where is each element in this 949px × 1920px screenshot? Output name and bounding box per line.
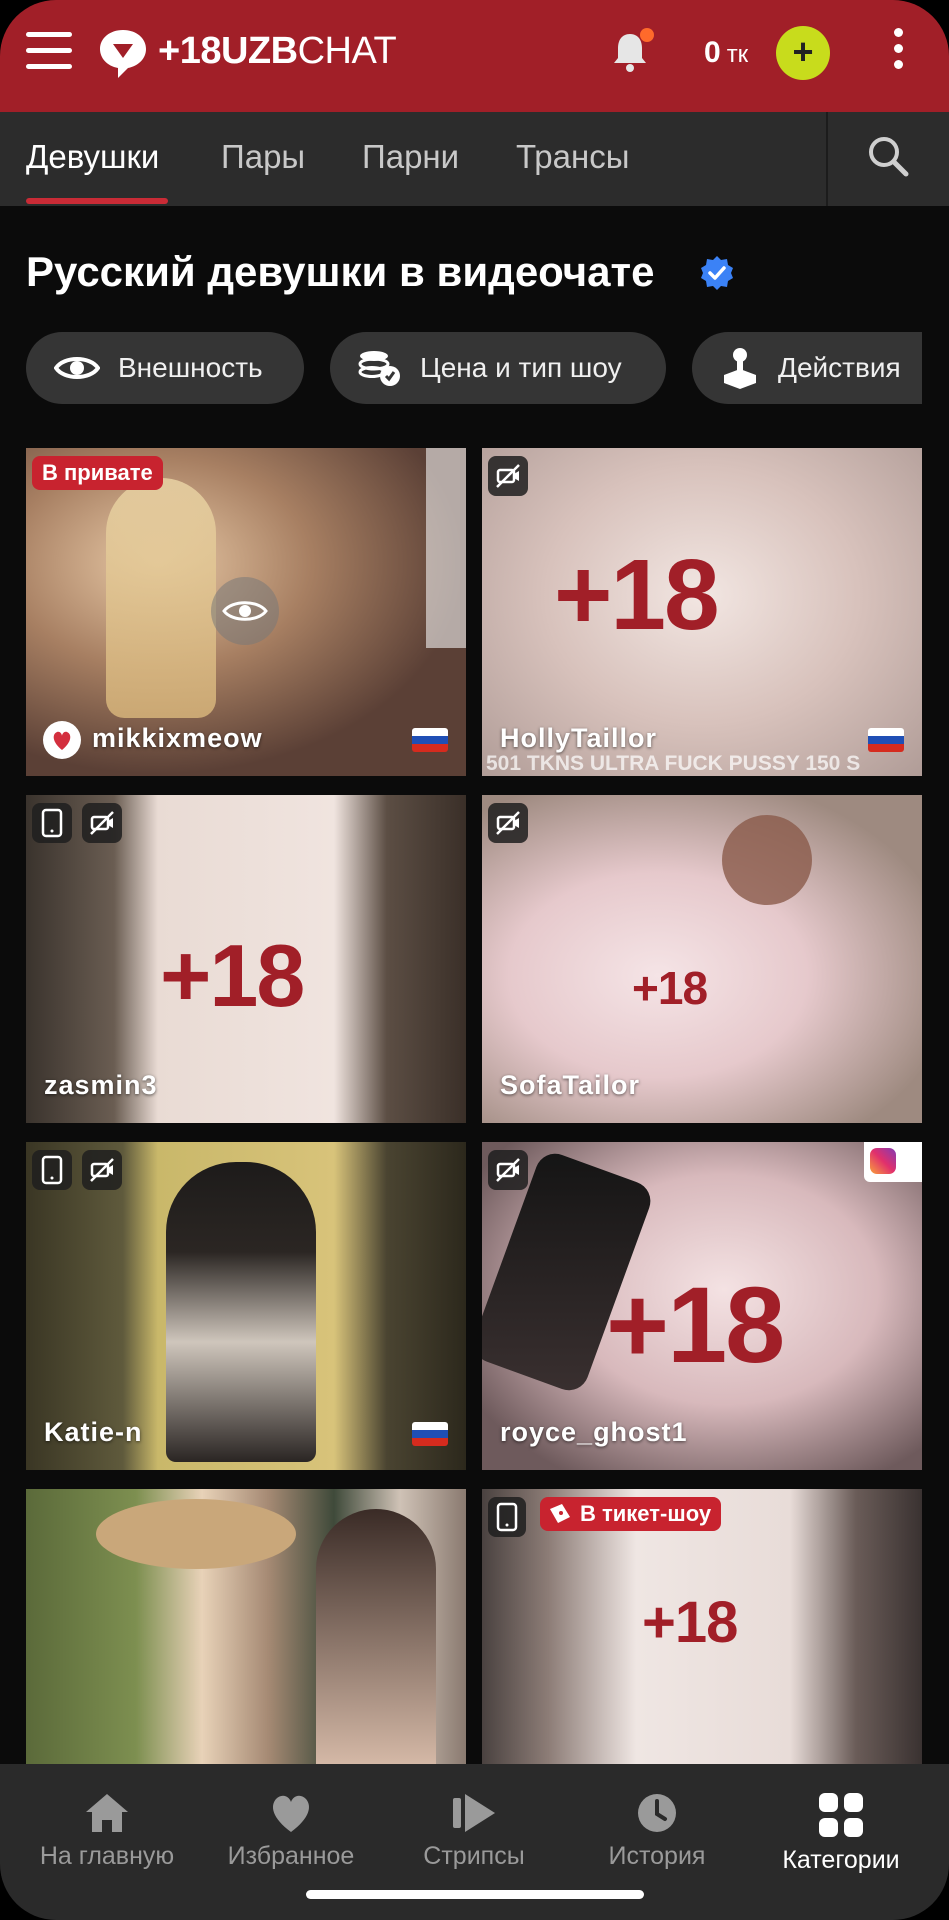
play-icon: [453, 1794, 495, 1832]
heart-icon: [272, 1795, 310, 1832]
private-badge: В привате: [32, 456, 163, 490]
logo-icon: [100, 30, 146, 78]
app-header: +18UZBCHAT 0 тк +: [0, 0, 949, 112]
joystick-icon: [724, 348, 756, 389]
model-card[interactable]: В тикет-шоу +18: [482, 1489, 922, 1764]
no-camera-icon: [82, 803, 122, 843]
model-card[interactable]: +18 royce_ghost1: [482, 1142, 922, 1470]
model-card[interactable]: +18 HollyTaillor 501 TKNS ULTRA FUCK PUS…: [482, 448, 922, 776]
nav-strips[interactable]: Стрипсы: [379, 1764, 569, 1904]
eye-icon: [54, 357, 100, 379]
filter-price-show-type[interactable]: Цена и тип шоу: [330, 332, 666, 404]
coins-icon: [358, 351, 400, 386]
tab-trans[interactable]: Трансы: [516, 138, 629, 176]
model-name: SofaTailor: [500, 1070, 641, 1100]
instagram-icon: [864, 1142, 922, 1182]
page-title: Русский девушки в видеочате: [26, 248, 655, 295]
add-tokens-button[interactable]: +: [776, 26, 830, 80]
model-card[interactable]: Katie-n: [26, 1142, 466, 1470]
favorite-heart-icon[interactable]: [42, 720, 82, 760]
tab-couples[interactable]: Пары: [221, 138, 305, 176]
mobile-icon: [488, 1497, 526, 1537]
no-camera-icon: [488, 456, 528, 496]
adult-overlay: +18: [554, 539, 720, 651]
adult-overlay: +18: [642, 1590, 738, 1655]
model-thumbnail: [106, 478, 216, 718]
no-camera-icon: [488, 1150, 528, 1190]
more-options-icon[interactable]: [890, 28, 906, 78]
adult-overlay: +18: [606, 1264, 785, 1385]
model-thumbnail: [722, 815, 812, 905]
home-icon: [86, 1794, 128, 1832]
menu-icon[interactable]: [26, 32, 72, 72]
flag-ru-icon: [412, 1422, 448, 1446]
mobile-icon: [32, 803, 72, 843]
preview-eye-icon[interactable]: [210, 576, 280, 646]
nav-history[interactable]: История: [562, 1764, 752, 1904]
flag-ru-icon: [868, 728, 904, 752]
model-thumbnail: [96, 1499, 296, 1569]
verified-icon: [701, 256, 733, 290]
model-card[interactable]: [26, 1489, 466, 1764]
no-camera-icon: [488, 803, 528, 843]
no-camera-icon: [82, 1150, 122, 1190]
tab-guys[interactable]: Парни: [362, 138, 459, 176]
stream-caption: 501 TKNS ULTRA FUCK PUSSY 150 S: [486, 752, 861, 775]
model-name: HollyTaillor: [500, 723, 658, 753]
logo-text[interactable]: +18UZBCHAT: [158, 30, 397, 73]
nav-favorites[interactable]: Избранное: [196, 1764, 386, 1904]
adult-overlay: +18: [160, 926, 305, 1025]
tab-divider: [826, 112, 828, 206]
model-thumbnail: [166, 1162, 316, 1462]
model-name: royce_ghost1: [500, 1417, 688, 1447]
model-card[interactable]: +18 SofaTailor: [482, 795, 922, 1123]
mobile-icon: [32, 1150, 72, 1190]
flag-ru-icon: [412, 728, 448, 752]
tab-girls[interactable]: Девушки: [26, 138, 159, 176]
clock-icon: [638, 1794, 676, 1832]
nav-home[interactable]: На главную: [12, 1764, 202, 1904]
adult-overlay: +18: [632, 962, 708, 1014]
ticket-icon: [550, 1504, 570, 1523]
grid-icon: [819, 1793, 863, 1837]
category-tabs: Девушки Пары Парни Трансы: [0, 112, 949, 206]
notification-dot: [640, 28, 654, 42]
model-name: zasmin3: [44, 1070, 158, 1100]
active-tab-indicator: [26, 198, 168, 204]
nav-categories[interactable]: Категории: [746, 1764, 936, 1904]
model-card[interactable]: В привате mikkixmeow: [26, 448, 466, 776]
token-balance[interactable]: 0 тк: [704, 36, 748, 70]
model-name: mikkixmeow: [92, 723, 263, 753]
ticket-show-badge: В тикет-шоу: [540, 1497, 722, 1531]
home-indicator[interactable]: [306, 1890, 644, 1899]
search-icon[interactable]: [866, 134, 910, 178]
filter-actions[interactable]: Действия: [692, 332, 922, 404]
model-card[interactable]: +18 zasmin3: [26, 795, 466, 1123]
model-name: Katie-n: [44, 1417, 143, 1447]
app-screen: +18UZBCHAT 0 тк + Девушки Пары Парни Тран…: [0, 0, 949, 1920]
filter-appearance[interactable]: Внешность: [26, 332, 304, 404]
